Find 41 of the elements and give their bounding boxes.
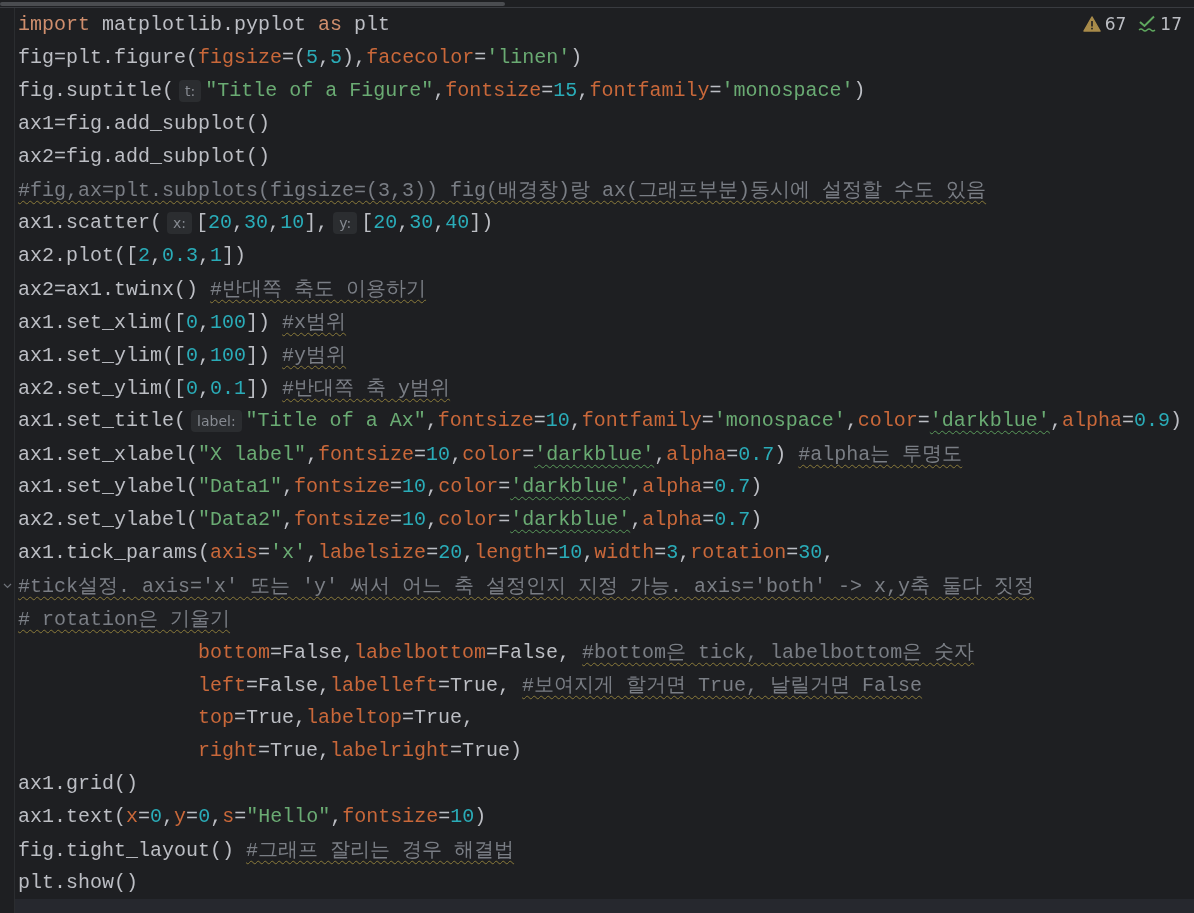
- code-text: ax1.set_xlabel("X label",fontsize=10,color='darkblue',alpha=0.7) #alpha는 투명도: [18, 442, 963, 467]
- code-text: plt.show(): [18, 871, 139, 894]
- code-text: bottom=False,labelbottom=False, #bottom은 tick, labelbottom은 숫자: [198, 640, 975, 665]
- parameter-hint: y:: [333, 211, 358, 234]
- code-text: fig=plt.figure(figsize=(5,5),facecolor='linen'): [18, 46, 583, 69]
- code-text: #tick설정. axis='x' 또는 'y' 써서 어느 축 설정인지 지정 가능. axis='both' -> x,y축 둘다 짓정: [18, 574, 1035, 599]
- warning-count: 67: [1104, 14, 1127, 34]
- code-text: # rotation은 기울기: [18, 607, 231, 632]
- code-text: ax2.set_ylabel("Data2",fontsize=10,color='darkblue',alpha=0.7): [18, 508, 763, 531]
- code-text: left=False,labelleft=True, #보여지게 할거면 True, 날릴거면 False: [198, 673, 923, 698]
- code-text: [20,30,10],: [196, 211, 329, 234]
- code-text: ax1.scatter(: [18, 211, 163, 234]
- scrollbar-thumb[interactable]: [0, 1, 505, 6]
- chevron-down-icon[interactable]: [2, 582, 12, 589]
- code-text: ax2.plot([2,0.3,1]): [18, 244, 247, 267]
- check-count: 17: [1160, 14, 1182, 34]
- code-text: ax1.text(x=0,y=0,s="Hello",fontsize=10): [18, 805, 487, 828]
- code-text: top=True,labeltop=True,: [198, 706, 475, 729]
- code-text: ax1.grid(): [18, 772, 139, 795]
- code-text: import matplotlib.pyplot as plt: [18, 13, 391, 36]
- code-text: "Title of a Ax",fontsize=10,fontfamily='monospace',color='darkblue',alpha=0.9): [245, 409, 1182, 432]
- code-text: ax2=ax1.twinx() #반대쪽 축도 이용하기: [18, 277, 427, 302]
- warning-icon[interactable]: [1082, 16, 1101, 32]
- code-text: [20,30,40]): [361, 211, 494, 234]
- code-text: ax1.set_title(: [18, 409, 187, 432]
- code-text: #fig,ax=plt.subplots(figsize=(3,3)) fig(배경창)랑 ax(그래프부분)동시에 설정할 수도 있음: [18, 178, 987, 203]
- code-text: "Title of a Figure",fontsize=15,fontfamily='monospace'): [205, 79, 866, 102]
- check-icon[interactable]: [1138, 15, 1157, 33]
- code-text: ax1.set_xlim([0,100]) #x범위: [18, 310, 347, 335]
- code-text: right=True,labelright=True): [198, 739, 523, 762]
- code-text: ax1.set_ylabel("Data1",fontsize=10,color='darkblue',alpha=0.7): [18, 475, 763, 498]
- code-text: ax2.set_ylim([0,0.1]) #반대쪽 축 y범위: [18, 376, 451, 401]
- code-text: fig.tight_layout() #그래프 잘리는 경우 해결법: [18, 838, 515, 863]
- code-text: fig.suptitle(: [18, 79, 175, 102]
- parameter-hint: x:: [167, 211, 193, 234]
- code-text: ax2=fig.add_subplot(): [18, 145, 271, 168]
- parameter-hint: label:: [191, 409, 242, 432]
- code-text: ax1.tick_params(axis='x',labelsize=20,length=10,width=3,rotation=30,: [18, 541, 835, 564]
- code-text: ax1.set_ylim([0,100]) #y범위: [18, 343, 347, 368]
- parameter-hint: t:: [179, 79, 202, 102]
- code-text: ax1=fig.add_subplot(): [18, 112, 271, 135]
